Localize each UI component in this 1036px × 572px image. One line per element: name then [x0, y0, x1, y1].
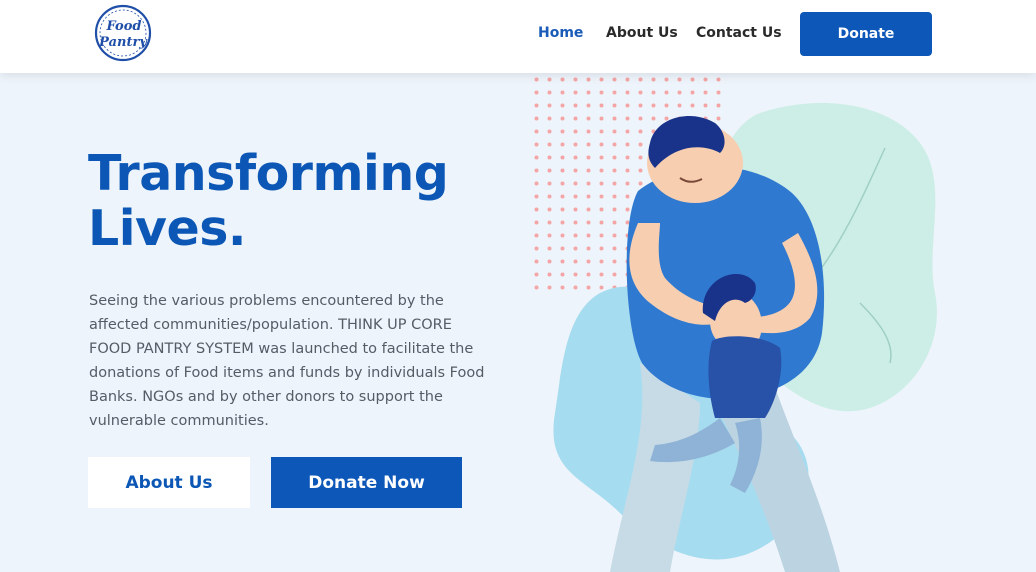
- father-hugging-child-illustration: [532, 75, 937, 572]
- top-navbar: Food Pantry Home About Us Contact Us Don…: [0, 0, 1036, 73]
- nav-donate-button[interactable]: Donate: [800, 12, 932, 56]
- about-us-button[interactable]: About Us: [88, 457, 250, 508]
- nav-contact-link[interactable]: Contact Us: [696, 25, 782, 41]
- nav-about-link[interactable]: About Us: [606, 25, 678, 41]
- hero-title-line2: Lives.: [88, 200, 246, 257]
- hero-title: Transforming Lives.: [88, 146, 508, 256]
- hero-description: Seeing the various problems encountered …: [89, 293, 485, 429]
- hero-title-line1: Transforming: [88, 145, 449, 202]
- logo-text-food: Food: [106, 19, 142, 34]
- logo-text-pantry: Pantry: [98, 35, 148, 50]
- donate-now-button[interactable]: Donate Now: [271, 457, 462, 508]
- nav-home-link[interactable]: Home: [538, 25, 583, 41]
- food-pantry-logo[interactable]: Food Pantry: [91, 3, 155, 63]
